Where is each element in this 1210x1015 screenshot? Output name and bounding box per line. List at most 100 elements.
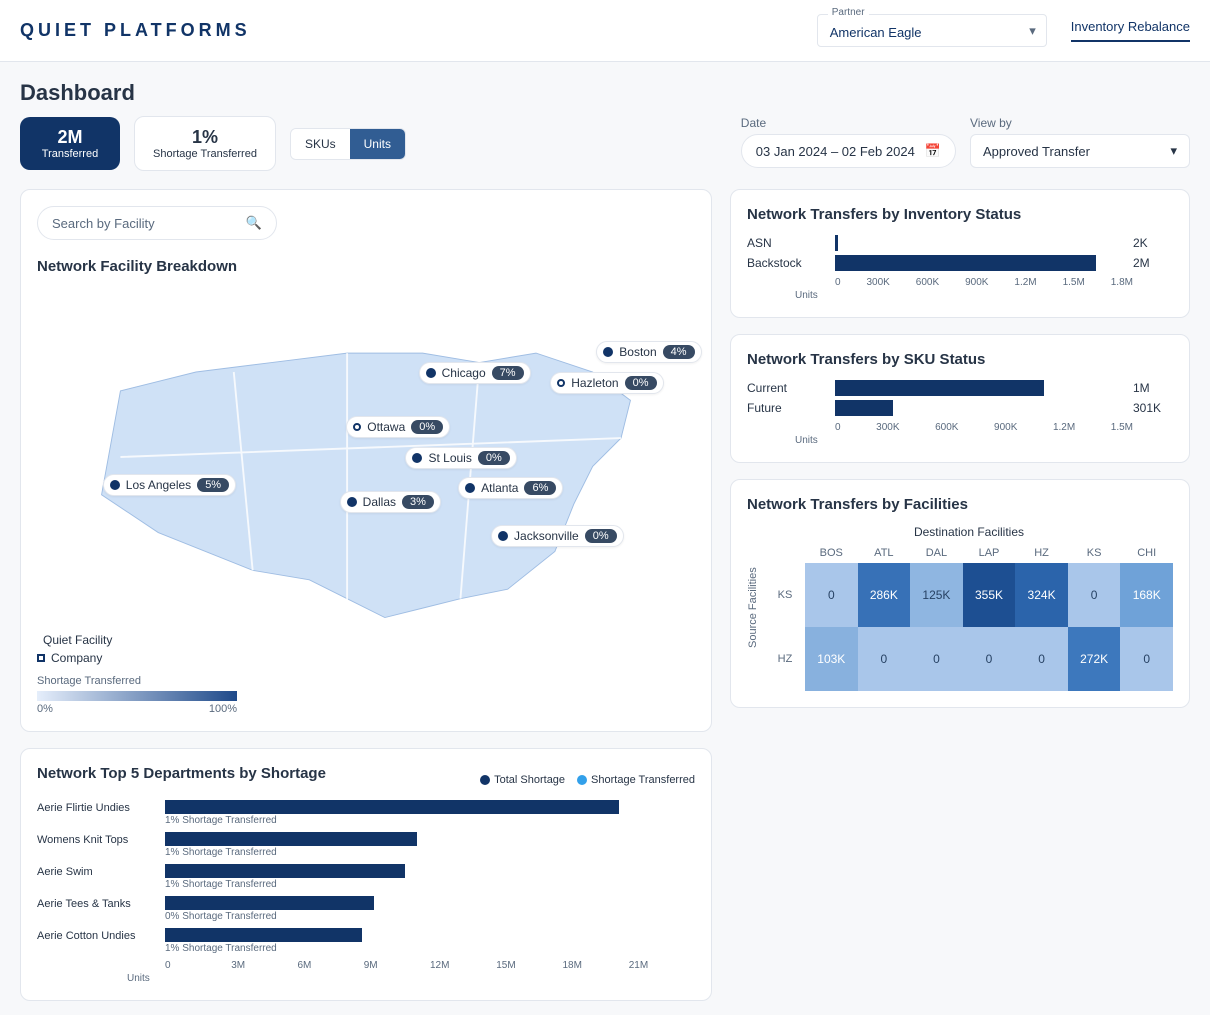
heat-col-header: LAP — [963, 543, 1016, 563]
heat-cell[interactable]: 103K — [805, 627, 858, 691]
search-icon: 🔍 — [246, 215, 262, 231]
heat-cell[interactable]: 0 — [1068, 563, 1121, 627]
calendar-icon: 📅 — [925, 143, 941, 159]
bar[interactable] — [165, 896, 374, 910]
city-pct-badge: 0% — [411, 420, 443, 434]
breadcrumb[interactable]: Inventory Rebalance — [1071, 19, 1190, 42]
city-pill-jacksonville[interactable]: Jacksonville0% — [491, 525, 624, 547]
city-dot-icon — [498, 531, 508, 541]
bar[interactable] — [835, 380, 1044, 396]
bar-row: Future301K — [747, 400, 1173, 416]
search-placeholder: Search by Facility — [52, 216, 155, 231]
heat-row-header: KS — [765, 563, 805, 627]
kpi-shortage-transferred[interactable]: 1% Shortage Transferred — [134, 116, 276, 171]
chevron-down-icon: ▾ — [1170, 143, 1177, 159]
partner-select[interactable]: Partner American Eagle ▾ — [817, 14, 1047, 47]
heat-col-header: CHI — [1120, 543, 1173, 563]
top5-row: Aerie Tees & Tanks0% Shortage Transferre… — [37, 896, 695, 922]
city-pct-badge: 0% — [585, 529, 617, 543]
city-dot-icon — [347, 497, 357, 507]
viewby-select[interactable]: Approved Transfer ▾ — [970, 134, 1190, 168]
top5-row: Womens Knit Tops1% Shortage Transferred — [37, 832, 695, 858]
map-title: Network Facility Breakdown — [37, 258, 695, 275]
bar-row: ASN2K — [747, 235, 1173, 251]
city-pct-badge: 7% — [492, 366, 524, 380]
city-dot-icon — [465, 483, 475, 493]
heat-xlabel: Destination Facilities — [765, 525, 1173, 539]
toggle-skus[interactable]: SKUs — [291, 129, 350, 159]
bar[interactable] — [835, 400, 893, 416]
partner-value: American Eagle — [830, 25, 922, 40]
facility-breakdown-card: Search by Facility 🔍 Network Facility Br… — [20, 189, 712, 732]
heat-col-header: DAL — [910, 543, 963, 563]
heat-ylabel: Source Facilities — [747, 525, 759, 691]
heat-col-header: KS — [1068, 543, 1121, 563]
heat-cell[interactable]: 168K — [1120, 563, 1173, 627]
heat-cell[interactable]: 0 — [858, 627, 911, 691]
page-title: Dashboard — [20, 80, 1190, 106]
heat-cell[interactable]: 125K — [910, 563, 963, 627]
heat-cell[interactable]: 324K — [1015, 563, 1068, 627]
city-pct-badge: 5% — [197, 478, 229, 492]
heat-cell[interactable]: 0 — [1015, 627, 1068, 691]
city-dot-icon — [110, 480, 120, 490]
topbar: QUIET PLATFORMS Partner American Eagle ▾… — [0, 0, 1210, 62]
unit-toggle: SKUs Units — [290, 128, 406, 160]
chevron-down-icon: ▾ — [1029, 23, 1036, 39]
date-label: Date — [741, 116, 956, 130]
gradient-label: Shortage Transferred — [37, 675, 695, 687]
heat-cell[interactable]: 0 — [1120, 627, 1173, 691]
heat-cell[interactable]: 272K — [1068, 627, 1121, 691]
city-pct-badge: 4% — [663, 345, 695, 359]
partner-label: Partner — [828, 7, 869, 18]
viewby-label: View by — [970, 116, 1190, 130]
sku-status-title: Network Transfers by SKU Status — [747, 351, 1173, 368]
city-dot-icon — [557, 379, 565, 387]
city-pill-ottawa[interactable]: Ottawa0% — [346, 416, 450, 438]
bar[interactable] — [165, 800, 619, 814]
top5-unit-label: Units — [127, 973, 695, 984]
bar[interactable] — [165, 832, 417, 846]
heat-cell[interactable]: 0 — [805, 563, 858, 627]
us-map-svg — [37, 287, 695, 627]
bar[interactable] — [165, 864, 405, 878]
city-pill-dallas[interactable]: Dallas3% — [340, 491, 441, 513]
heat-row-header: HZ — [765, 627, 805, 691]
city-pill-chicago[interactable]: Chicago7% — [419, 362, 531, 384]
city-pct-badge: 6% — [524, 481, 556, 495]
city-dot-icon — [353, 423, 361, 431]
city-pill-hazleton[interactable]: Hazleton0% — [550, 372, 663, 394]
kpi-transferred[interactable]: 2M Transferred — [20, 117, 120, 170]
heat-cell[interactable]: 0 — [963, 627, 1016, 691]
city-dot-icon — [412, 453, 422, 463]
top5-row: Aerie Flirtie Undies1% Shortage Transfer… — [37, 800, 695, 826]
toggle-units[interactable]: Units — [350, 129, 405, 159]
sku-status-card: Network Transfers by SKU Status Current1… — [730, 334, 1190, 463]
bar[interactable] — [835, 255, 1096, 271]
top5-row: Aerie Swim1% Shortage Transferred — [37, 864, 695, 890]
heat-col-header: HZ — [1015, 543, 1068, 563]
heat-cell[interactable]: 0 — [910, 627, 963, 691]
top5-card: Network Top 5 Departments by Shortage To… — [20, 748, 712, 1001]
heat-cell[interactable]: 286K — [858, 563, 911, 627]
city-pill-los-angeles[interactable]: Los Angeles5% — [103, 474, 236, 496]
city-pill-atlanta[interactable]: Atlanta6% — [458, 477, 563, 499]
us-map[interactable]: Los Angeles5%Ottawa0%Chicago7%Boston4%Ha… — [37, 287, 695, 627]
inv-status-title: Network Transfers by Inventory Status — [747, 206, 1173, 223]
heat-cell[interactable]: 355K — [963, 563, 1016, 627]
top5-title: Network Top 5 Departments by Shortage — [37, 765, 326, 782]
city-pill-boston[interactable]: Boston4% — [596, 341, 701, 363]
gradient-bar — [37, 691, 237, 701]
top5-legend: Total Shortage Shortage Transferred — [480, 774, 695, 786]
bar[interactable] — [165, 928, 362, 942]
bar[interactable] — [835, 235, 838, 251]
inventory-status-card: Network Transfers by Inventory Status AS… — [730, 189, 1190, 318]
city-pct-badge: 0% — [478, 451, 510, 465]
date-range-picker[interactable]: 03 Jan 2024 – 02 Feb 2024 📅 — [741, 134, 956, 168]
bar-row: Current1M — [747, 380, 1173, 396]
heat-title: Network Transfers by Facilities — [747, 496, 1173, 513]
city-pill-st-louis[interactable]: St Louis0% — [405, 447, 516, 469]
city-dot-icon — [426, 368, 436, 378]
heat-col-header: BOS — [805, 543, 858, 563]
search-input[interactable]: Search by Facility 🔍 — [37, 206, 277, 240]
